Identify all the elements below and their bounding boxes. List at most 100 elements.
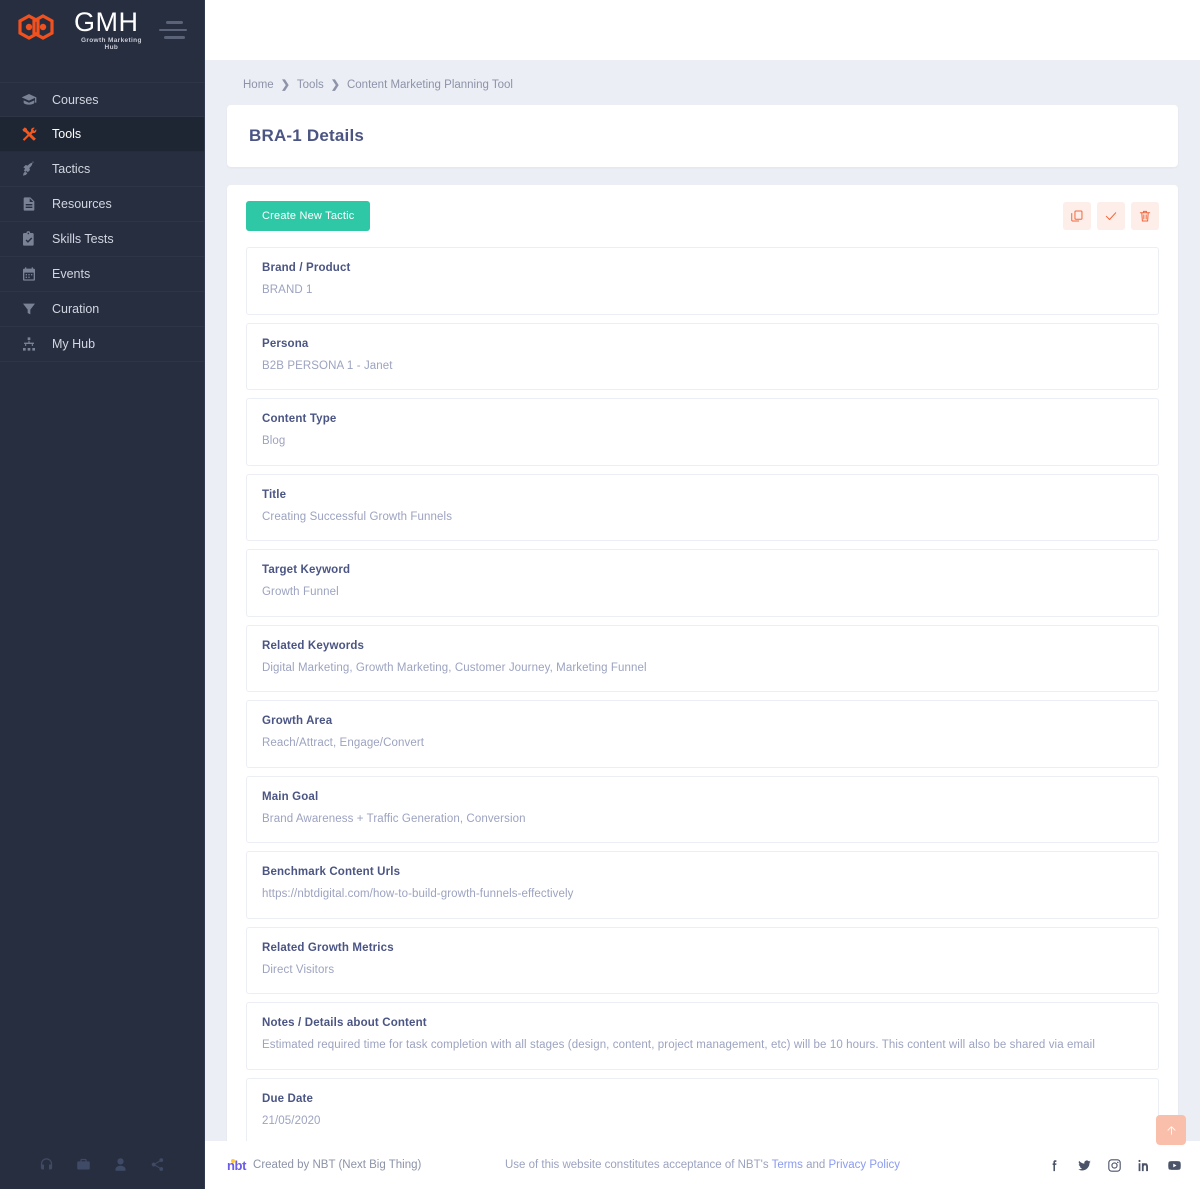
page-title-card: BRA-1 Details <box>227 105 1178 167</box>
sidebar: GMH Growth Marketing Hub Courses Tools T… <box>0 0 205 1189</box>
field-label: Title <box>262 488 287 501</box>
field-notes-details: Notes / Details about Content Estimated … <box>246 1002 1159 1070</box>
check-icon <box>1105 212 1117 220</box>
field-value: Creating Successful Growth Funnels <box>262 510 453 523</box>
facebook-icon[interactable] <box>1047 1158 1062 1173</box>
sidebar-item-label: Courses <box>52 92 99 107</box>
terms-link[interactable]: Terms <box>772 1159 803 1171</box>
field-target-keyword: Target Keyword Growth Funnel <box>246 549 1159 617</box>
field-value: B2B PERSONA 1 - Janet <box>262 359 393 372</box>
filter-icon <box>20 300 38 318</box>
sidebar-item-label: Skills Tests <box>52 232 114 246</box>
field-value: Estimated required time for task complet… <box>262 1039 1095 1052</box>
field-title: Title Creating Successful Growth Funnels <box>246 473 1159 542</box>
create-new-tactic-button[interactable]: Create New Tactic <box>246 201 371 231</box>
brand-subtitle: Growth Marketing Hub <box>80 37 142 51</box>
field-persona: Persona B2B PERSONA 1 - Janet <box>246 322 1159 391</box>
hamburger-menu-icon[interactable] <box>158 19 188 41</box>
field-label: Benchmark Content Urls <box>262 866 401 879</box>
sidebar-item-tools[interactable]: Tools <box>0 117 204 152</box>
field-benchmark-content-urls: Benchmark Content Urls https://nbtdigita… <box>246 851 1159 919</box>
nbt-logo-icon: nbt <box>227 1158 246 1173</box>
instagram-icon[interactable] <box>1107 1158 1122 1173</box>
sidebar-item-tactics[interactable]: Tactics <box>0 152 204 187</box>
sidebar-item-curation[interactable]: Curation <box>0 292 204 327</box>
nbt-logo-text: nbt <box>227 1157 247 1173</box>
field-label: Related Growth Metrics <box>262 941 394 954</box>
rocket-icon <box>20 160 38 178</box>
sitemap-icon <box>20 335 38 353</box>
sidebar-item-resources[interactable]: Resources <box>0 187 204 222</box>
copy-icon <box>1071 210 1083 222</box>
scroll-to-top-button[interactable] <box>1156 1115 1186 1145</box>
sidebar-item-my-hub[interactable]: My Hub <box>0 327 204 362</box>
sidebar-item-label: Events <box>52 267 91 281</box>
delete-button[interactable] <box>1131 202 1159 230</box>
field-due-date: Due Date 21/05/2020 <box>246 1077 1159 1141</box>
field-value: Growth Funnel <box>262 586 339 599</box>
field-label: Target Keyword <box>262 564 351 577</box>
trash-icon <box>1139 210 1151 222</box>
field-label: Growth Area <box>262 715 333 728</box>
field-value: Reach/Attract, Engage/Convert <box>262 737 425 750</box>
sidebar-item-skills-tests[interactable]: Skills Tests <box>0 222 204 257</box>
brand-wordmark: GMH Growth Marketing Hub <box>74 9 149 51</box>
approve-button[interactable] <box>1097 202 1125 230</box>
footer-credit-text: Created by NBT (Next Big Thing) <box>253 1159 422 1171</box>
sidebar-brand[interactable]: GMH Growth Marketing Hub <box>0 0 204 60</box>
user-icon[interactable] <box>113 1157 128 1172</box>
breadcrumb-item-current[interactable]: Content Marketing Planning Tool <box>347 79 513 91</box>
sidebar-item-label: Resources <box>52 197 112 211</box>
sidebar-item-label: My Hub <box>52 337 96 351</box>
breadcrumb-item-tools[interactable]: Tools <box>297 79 324 91</box>
youtube-icon[interactable] <box>1167 1158 1182 1173</box>
briefcase-icon[interactable] <box>76 1157 91 1172</box>
arrow-up-icon <box>1167 1125 1175 1135</box>
panel-icon-buttons <box>1063 202 1159 230</box>
top-bar <box>205 0 1200 60</box>
field-value: Brand Awareness + Traffic Generation, Co… <box>262 812 526 825</box>
tools-icon <box>20 125 38 143</box>
headphones-icon[interactable] <box>39 1157 54 1172</box>
field-growth-area: Growth Area Reach/Attract, Engage/Conver… <box>246 700 1159 768</box>
content-area: Home ❯ Tools ❯ Content Marketing Plannin… <box>205 60 1200 1141</box>
sidebar-item-label: Tools <box>52 127 82 141</box>
field-label: Persona <box>262 337 309 350</box>
main-area: Home ❯ Tools ❯ Content Marketing Plannin… <box>205 0 1200 1189</box>
sidebar-item-label: Curation <box>52 302 100 316</box>
field-value: 21/05/2020 <box>262 1114 321 1127</box>
field-value: BRAND 1 <box>262 284 313 296</box>
panel-toolbar: Create New Tactic <box>246 201 1159 247</box>
brand-title: GMH <box>74 7 139 37</box>
sidebar-item-courses[interactable]: Courses <box>0 82 204 117</box>
field-value: Direct Visitors <box>262 963 335 976</box>
privacy-policy-link[interactable]: Privacy Policy <box>828 1159 900 1171</box>
footer-credit: nbt Created by NBT (Next Big Thing) <box>227 1158 421 1173</box>
details-panel: Create New Tactic Brand / Product BRAND … <box>227 185 1178 1141</box>
chevron-right-icon: ❯ <box>280 79 290 91</box>
field-value: Blog <box>262 435 286 448</box>
clipboard-check-icon <box>20 230 38 248</box>
field-label: Related Keywords <box>262 639 365 652</box>
sidebar-nav: Courses Tools Tactics Resources Skills T… <box>0 82 204 362</box>
app-root: GMH Growth Marketing Hub Courses Tools T… <box>0 0 1200 1189</box>
sidebar-bottom-icons <box>0 1141 204 1189</box>
nbt-logo-dot <box>230 1158 235 1163</box>
breadcrumb-item-home[interactable]: Home <box>243 79 274 91</box>
linkedin-icon[interactable] <box>1137 1158 1152 1173</box>
share-icon[interactable] <box>150 1157 165 1172</box>
field-label: Brand / Product <box>262 262 351 274</box>
sidebar-item-events[interactable]: Events <box>0 257 204 292</box>
field-label: Due Date <box>262 1092 314 1105</box>
field-related-growth-metrics: Related Growth Metrics Direct Visitors <box>246 926 1159 995</box>
footer-legal-prefix: Use of this website constitutes acceptan… <box>504 1159 772 1171</box>
field-related-keywords: Related Keywords Digital Marketing, Grow… <box>246 624 1159 693</box>
field-label: Main Goal <box>262 790 319 803</box>
twitter-icon[interactable] <box>1077 1158 1092 1173</box>
chevron-right-icon: ❯ <box>330 79 340 91</box>
field-brand-product: Brand / Product BRAND 1 <box>246 247 1159 315</box>
duplicate-button[interactable] <box>1063 202 1091 230</box>
sidebar-item-label: Tactics <box>52 162 91 176</box>
footer-legal: Use of this website constitutes acceptan… <box>505 1159 900 1171</box>
field-label: Notes / Details about Content <box>262 1017 427 1030</box>
